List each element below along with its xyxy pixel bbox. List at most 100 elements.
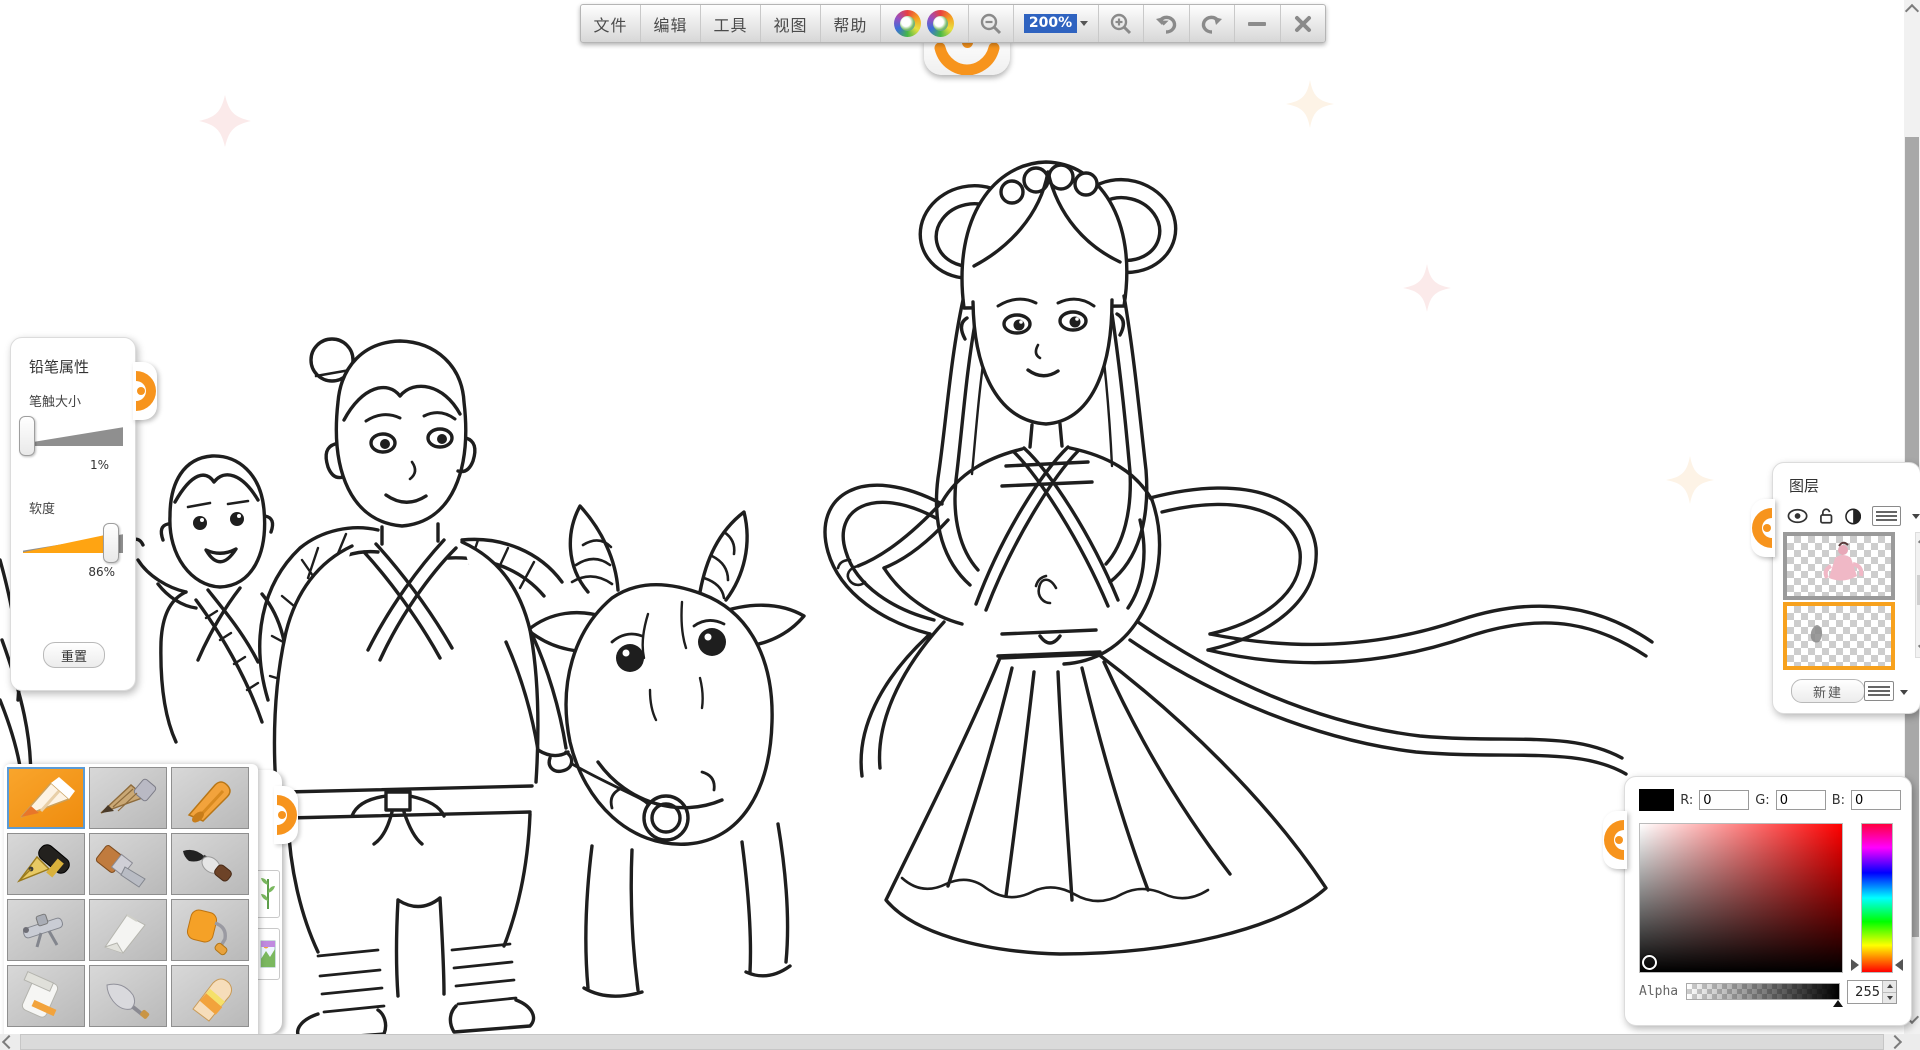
b-input[interactable]: [1851, 790, 1901, 810]
brush-size-slider-handle[interactable]: [19, 416, 35, 456]
child-figure: [124, 456, 288, 754]
horizontal-scrollbar[interactable]: [0, 1034, 1904, 1050]
color-panel-handle[interactable]: [1603, 811, 1627, 869]
tab-picture-stamps[interactable]: [255, 928, 280, 980]
pencil-panel-title: 铅笔属性: [29, 356, 135, 377]
redo-icon: [1199, 12, 1225, 36]
tool-ink-brush[interactable]: [171, 833, 249, 895]
paint-tube-icon: [11, 969, 81, 1023]
sv-marker[interactable]: [1642, 955, 1657, 970]
pencil-properties-panel: 铅笔属性 笔触大小 1% 软度 86% 重置: [10, 337, 136, 691]
alpha-marker[interactable]: [1833, 1000, 1843, 1007]
layer-item-top[interactable]: [1783, 532, 1895, 600]
tool-palette: [4, 764, 258, 1042]
tool-paint-tube[interactable]: [7, 965, 85, 1027]
plant-stamp-icon: [260, 875, 276, 913]
layer-menu-caret[interactable]: [1900, 690, 1908, 695]
tool-palette-handle[interactable]: [274, 786, 298, 844]
panel-grip-icon: [1604, 818, 1626, 862]
sketch-pencil-icon: [93, 771, 163, 825]
picture-stamp-icon: [260, 933, 276, 975]
brush-size-label: 笔触大小: [29, 391, 135, 410]
r-input[interactable]: [1699, 790, 1749, 810]
layer-visibility-icon[interactable]: [1787, 508, 1808, 524]
layers-panel-title: 图层: [1789, 475, 1920, 496]
layer-mode-list-icon[interactable]: [1872, 506, 1901, 526]
softness-label: 软度: [29, 498, 135, 517]
rainbow-palette-icon[interactable]: [927, 10, 954, 37]
current-color-swatch: [1639, 789, 1674, 811]
layer-list-scrollbar[interactable]: [1915, 532, 1920, 658]
zoom-dropdown-caret[interactable]: [1080, 21, 1088, 26]
ink-brush-icon: [175, 837, 245, 891]
scroll-left-icon[interactable]: [0, 1037, 18, 1047]
r-label: R:: [1680, 793, 1693, 808]
weaver-girl-figure: [825, 162, 1652, 954]
eraser-icon: [175, 969, 245, 1023]
softness-slider-handle[interactable]: [103, 523, 119, 563]
tab-plant-stamps[interactable]: [255, 870, 280, 918]
menu-help[interactable]: 帮助: [821, 5, 881, 42]
hue-marker-right[interactable]: [1895, 959, 1903, 971]
minimize-button[interactable]: [1235, 5, 1280, 42]
layer-top-thumbnail: [1787, 536, 1891, 596]
menu-tools[interactable]: 工具: [701, 5, 761, 42]
zoom-in-icon: [1109, 12, 1133, 36]
zoom-level-value[interactable]: 200%: [1024, 14, 1077, 33]
brush-size-value: 1%: [11, 458, 109, 472]
close-button[interactable]: [1281, 5, 1325, 42]
tool-fountain-pen[interactable]: [7, 833, 85, 895]
layers-panel-handle[interactable]: [1751, 499, 1775, 557]
tool-palette-knife[interactable]: [89, 965, 167, 1027]
softness-slider[interactable]: [19, 521, 127, 565]
palette-knife-icon: [93, 969, 163, 1023]
rainbow-face-icon[interactable]: [894, 10, 921, 37]
alpha-spinner: 255: [1847, 980, 1897, 1004]
horizontal-scroll-thumb[interactable]: [20, 1034, 1884, 1050]
main-toolbar: 文件 编辑 工具 视图 帮助 200%: [580, 4, 1326, 43]
pencil-panel-handle[interactable]: [133, 362, 157, 420]
tool-eraser[interactable]: [171, 965, 249, 1027]
brush-size-slider[interactable]: [19, 414, 127, 458]
alpha-spin-down[interactable]: [1883, 993, 1896, 1004]
menu-view[interactable]: 视图: [761, 5, 821, 42]
alpha-slider[interactable]: [1686, 983, 1840, 1000]
tool-crayon[interactable]: [171, 767, 249, 829]
redo-button[interactable]: [1190, 5, 1235, 42]
tool-pencil[interactable]: [7, 767, 85, 829]
menu-file[interactable]: 文件: [581, 5, 641, 42]
layer-item-bottom[interactable]: [1783, 602, 1895, 670]
layer-lock-icon[interactable]: [1819, 507, 1833, 525]
hue-marker-left[interactable]: [1851, 959, 1859, 971]
zoom-out-button[interactable]: [969, 5, 1014, 42]
pencil-icon: [11, 771, 81, 825]
color-picker-panel: R: G: B: Alpha 255: [1624, 776, 1912, 1026]
menu-edit[interactable]: 编辑: [641, 5, 701, 42]
new-layer-button[interactable]: 新建: [1791, 679, 1865, 703]
softness-value: 86%: [11, 565, 115, 579]
reset-button[interactable]: 重置: [43, 642, 105, 668]
tool-airbrush[interactable]: [7, 899, 85, 961]
tool-oil-brush[interactable]: [89, 833, 167, 895]
hue-bar[interactable]: [1861, 823, 1893, 973]
zoom-level-field[interactable]: 200%: [1014, 5, 1098, 42]
airbrush-icon: [11, 903, 81, 957]
toolbar-clown-handle[interactable]: [924, 40, 1010, 75]
layer-mode-caret[interactable]: [1912, 514, 1920, 519]
alpha-spin-up[interactable]: [1883, 981, 1896, 993]
saturation-value-square[interactable]: [1639, 823, 1843, 973]
tool-sketch-pencil[interactable]: [89, 767, 167, 829]
undo-button[interactable]: [1144, 5, 1189, 42]
g-input[interactable]: [1776, 790, 1826, 810]
scroll-right-icon[interactable]: [1886, 1037, 1904, 1047]
zoom-in-button[interactable]: [1099, 5, 1144, 42]
layer-menu-list-icon[interactable]: [1864, 681, 1894, 701]
b-label: B:: [1832, 793, 1845, 808]
scroll-up-icon[interactable]: [1905, 4, 1919, 18]
tool-paint-roller[interactable]: [171, 899, 249, 961]
layer-opacity-icon[interactable]: [1845, 508, 1861, 525]
tool-paper-blender[interactable]: [89, 899, 167, 961]
alpha-label: Alpha: [1639, 984, 1678, 999]
fountain-pen-icon: [11, 837, 81, 891]
panel-grip-icon: [275, 793, 297, 837]
